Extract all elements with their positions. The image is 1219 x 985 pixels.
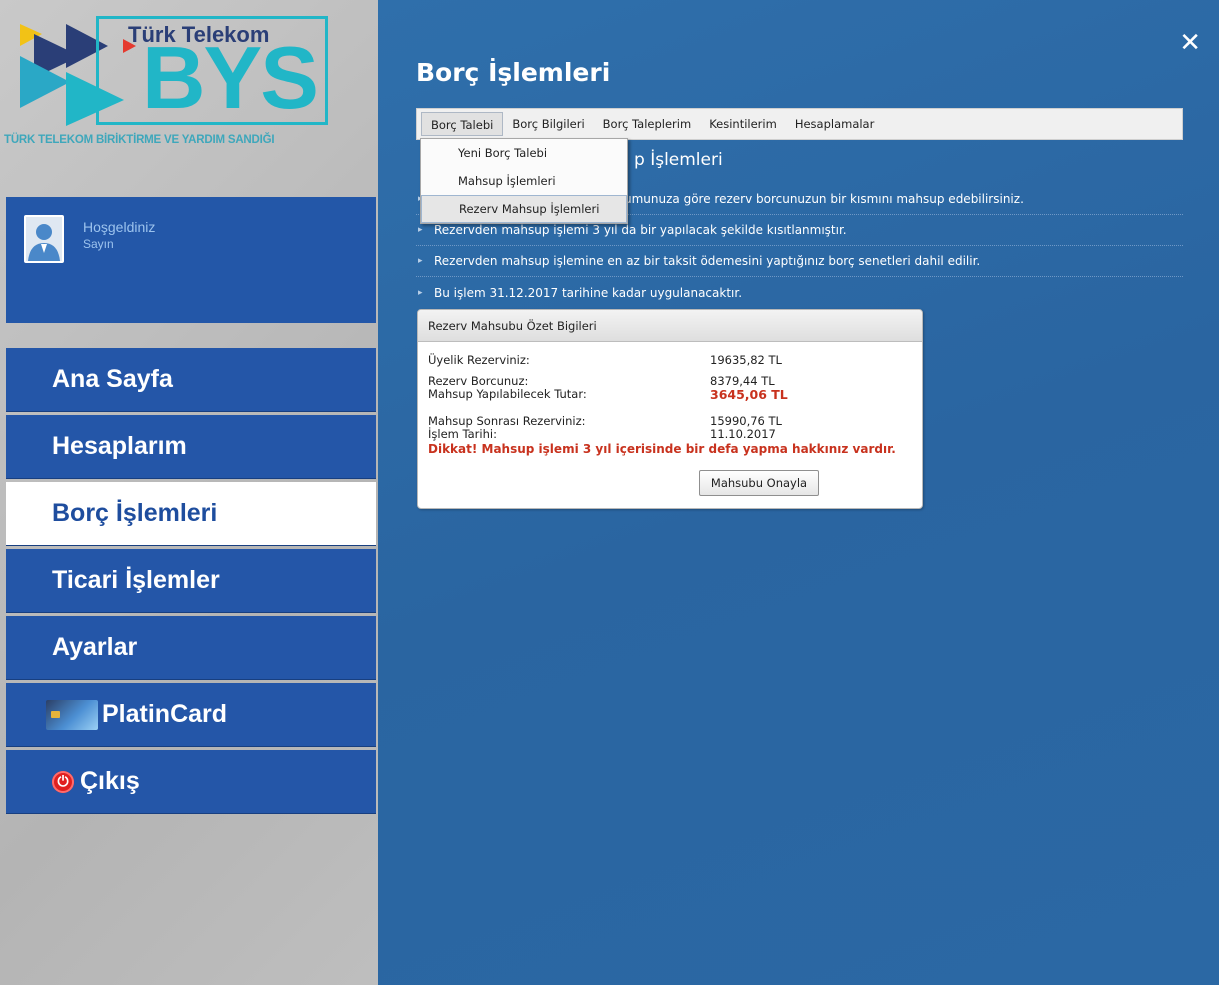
welcome-panel: Hoşgeldiniz Sayın <box>6 197 376 323</box>
summary-row: Mahsup Yapılabilecek Tutar: 3645,06 TL <box>428 387 912 402</box>
section-heading-text: p İşlemleri <box>634 150 723 170</box>
sidebar-item-label: Ana Sayfa <box>52 365 173 393</box>
warning-text: Dikkat! Mahsup işlemi 3 yıl içerisinde b… <box>428 441 896 456</box>
avatar <box>24 215 64 263</box>
summary-row: İşlem Tarihi: 11.10.2017 <box>428 427 912 442</box>
summary-value: 15990,76 TL <box>710 413 782 428</box>
sidebar-item-ana-sayfa[interactable]: Ana Sayfa <box>6 348 376 412</box>
sidebar-item-label: Hesaplarım <box>52 432 187 460</box>
summary-label: Mahsup Yapılabilecek Tutar: <box>428 387 587 401</box>
summary-value: 11.10.2017 <box>710 427 776 441</box>
sidebar-item-hesaplarim[interactable]: Hesaplarım <box>6 415 376 479</box>
sidebar-item-label: Ayarlar <box>52 633 138 661</box>
sidebar-item-borc-islemleri[interactable]: Borç İşlemleri <box>6 482 376 546</box>
sidebar-nav: Ana Sayfa Hesaplarım Borç İşlemleri Tica… <box>6 348 376 817</box>
summary-value: 19635,82 TL <box>710 353 782 367</box>
welcome-salutation: Sayın <box>83 237 114 251</box>
dropdown-item-rezerv-mahsup-islemleri[interactable]: Rezerv Mahsup İşlemleri <box>421 195 627 223</box>
sidebar-item-ayarlar[interactable]: Ayarlar <box>6 616 376 680</box>
welcome-text: Hoşgeldiniz Sayın <box>83 219 155 251</box>
main-panel: ✕ Borç İşlemleri Borç Talebi Borç Bilgil… <box>378 0 1219 985</box>
logo: Türk Telekom BYS <box>20 16 328 126</box>
summary-body: Üyelik Rezerviniz: 19635,82 TL Rezerv Bo… <box>418 342 922 496</box>
menu-kesintilerim[interactable]: Kesintilerim <box>700 112 786 136</box>
list-item-text: Rezervden mahsup işlemine en az bir taks… <box>434 254 981 268</box>
menu-borc-talebi[interactable]: Borç Talebi <box>421 112 504 136</box>
list-item: Bu işlem 31.12.2017 tarihine kadar uygul… <box>416 277 1183 308</box>
logo-subtitle: TÜRK TELEKOM BİRİKTİRME VE YARDIM SANDIĞ… <box>4 134 275 146</box>
sidebar: Türk Telekom BYS TÜRK TELEKOM BİRİKTİRME… <box>0 0 378 985</box>
approve-button[interactable]: Mahsubu Onayla <box>699 470 819 496</box>
power-icon: ⏻ <box>52 770 74 793</box>
summary-row: Mahsup Sonrası Rezerviniz: 15990,76 TL <box>428 413 912 429</box>
menu-borc-bilgileri[interactable]: Borç Bilgileri <box>503 112 593 136</box>
menu-borc-taleplerim[interactable]: Borç Taleplerim <box>594 112 701 136</box>
dropdown-item-mahsup-islemleri[interactable]: Mahsup İşlemleri <box>421 167 627 195</box>
list-item: Rezervden mahsup işlemine en az bir taks… <box>416 246 1183 277</box>
sidebar-item-label: PlatinCard <box>102 700 228 728</box>
menu-hesaplamalar[interactable]: Hesaplamalar <box>786 112 884 136</box>
platin-card-icon <box>46 699 98 730</box>
dropdown-menu: Yeni Borç Talebi Mahsup İşlemleri Rezerv… <box>420 138 628 224</box>
sidebar-item-platincard[interactable]: PlatinCard <box>6 683 376 747</box>
summary-title: Rezerv Mahsubu Özet Bigileri <box>418 310 922 342</box>
page-title: Borç İşlemleri <box>416 58 611 87</box>
sidebar-item-label: Borç İşlemleri <box>52 499 218 527</box>
list-item-text: Bu işlem 31.12.2017 tarihine kadar uygul… <box>434 285 743 300</box>
summary-value-highlight: 3645,06 TL <box>710 387 788 402</box>
list-item-text: Rezervden mahsup işlemi 3 yıl da bir yap… <box>434 223 847 237</box>
summary-value: 8379,44 TL <box>710 373 775 388</box>
welcome-greeting: Hoşgeldiniz <box>83 219 156 235</box>
close-icon[interactable]: ✕ <box>1179 30 1201 56</box>
sidebar-item-cikis[interactable]: ⏻ Çıkış <box>6 750 376 814</box>
sidebar-item-ticari-islemler[interactable]: Ticari İşlemler <box>6 549 376 613</box>
menubar: Borç Talebi Borç Bilgileri Borç Talepler… <box>416 108 1183 140</box>
summary-label: Rezerv Borcunuz: <box>428 373 529 388</box>
summary-panel: Rezerv Mahsubu Özet Bigileri Üyelik Reze… <box>417 309 923 509</box>
sidebar-item-label: Çıkış <box>80 767 140 795</box>
logo-acronym: BYS <box>142 28 319 127</box>
summary-row: Üyelik Rezerviniz: 19635,82 TL <box>428 353 912 368</box>
user-icon <box>26 217 62 261</box>
list-item-text: umunuza göre rezerv borcunuzun bir kısmı… <box>624 192 1024 206</box>
summary-row: Rezerv Borcunuz: 8379,44 TL <box>428 373 912 389</box>
summary-label: Mahsup Sonrası Rezerviniz: <box>428 413 586 428</box>
summary-label: Üyelik Rezerviniz: <box>428 353 530 367</box>
dropdown-item-yeni-borc-talebi[interactable]: Yeni Borç Talebi <box>421 139 627 167</box>
sidebar-item-label: Ticari İşlemler <box>52 566 220 594</box>
summary-label: İşlem Tarihi: <box>428 427 497 441</box>
